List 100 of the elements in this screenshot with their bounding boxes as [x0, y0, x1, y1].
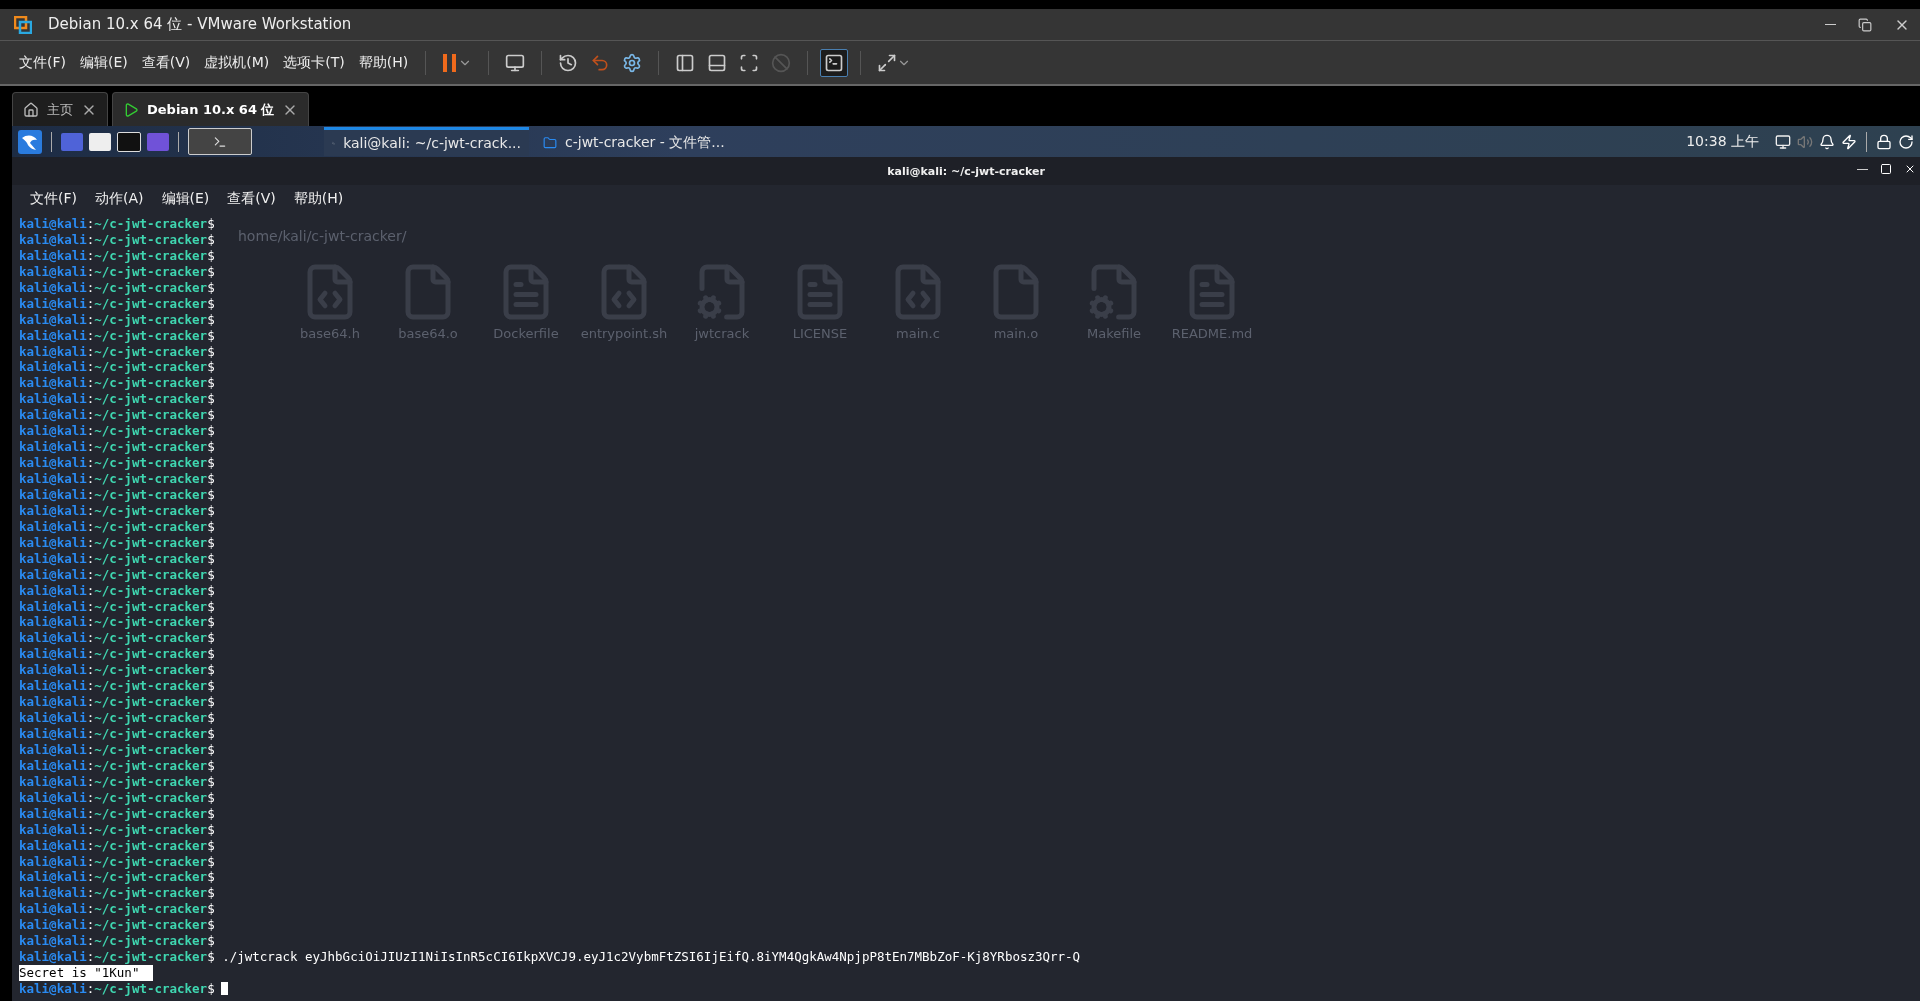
prompt-line: kali@kali:~/c-jwt-cracker$ [19, 933, 215, 950]
minimize-icon[interactable] [1857, 168, 1868, 170]
prompt-line: kali@kali:~/c-jwt-cracker$ [19, 327, 215, 344]
prompt-line: kali@kali:~/c-jwt-cracker$ [19, 630, 215, 647]
monitor-icon [505, 52, 526, 73]
gear-icon [622, 52, 643, 73]
terminal-button[interactable] [188, 128, 252, 155]
menu-item[interactable]: 文件(F) [14, 49, 71, 76]
menu-item[interactable]: 编辑(E) [75, 49, 133, 76]
maximize-icon [1880, 163, 1892, 175]
view-button[interactable] [820, 48, 849, 77]
prompt-line: kali@kali:~/c-jwt-cracker$ [19, 598, 215, 615]
file-name: LICENSE [792, 326, 848, 341]
menu-item[interactable]: 编辑(E) [157, 187, 214, 210]
close-icon [1904, 163, 1916, 175]
file-name: Makefile [1086, 326, 1141, 341]
prompt-line: kali@kali:~/c-jwt-cracker$ [19, 741, 215, 758]
file-name: Dockerfile [493, 326, 559, 341]
prompt-line: kali@kali:~/c-jwt-cracker$ [19, 502, 215, 519]
refresh-icon [1898, 133, 1914, 150]
prompt-line: kali@kali:~/c-jwt-cracker$ [19, 359, 215, 376]
prompt-line: kali@kali:~/c-jwt-cracker$ [19, 216, 215, 232]
prompt-line: kali@kali:~/c-jwt-cracker$ [19, 646, 215, 663]
prompt-line: kali@kali:~/c-jwt-cracker$ [19, 917, 215, 934]
speaker-icon [1797, 133, 1813, 150]
path-text: home/kali/c-jwt-cracker/ [238, 228, 407, 244]
task-button[interactable]: c-jwt-cracker - 文件管... [535, 127, 735, 156]
prompt-line: kali@kali:~/c-jwt-cracker$ [19, 678, 215, 695]
prompt-line: kali@kali:~/c-jwt-cracker$ [19, 662, 215, 679]
file-name: base64.h [300, 326, 360, 341]
task-button[interactable]: kali@kali: ~/c-jwt-crack... [324, 127, 529, 156]
prompt-line: kali@kali:~/c-jwt-cracker$ [19, 295, 215, 312]
menu-item[interactable]: 查看(V) [136, 49, 196, 76]
dragon-logo-icon [18, 129, 42, 154]
prompt-line: kali@kali:~/c-jwt-cracker$ [19, 343, 215, 360]
prompt-line: kali@kali:~/c-jwt-cracker$ [19, 821, 215, 838]
terminal-title: kali@kali: ~/c-jwt-cracker [887, 164, 1045, 178]
prompt-line: kali@kali:~/c-jwt-cracker$ [19, 773, 215, 790]
vm-icon [123, 101, 139, 118]
view-icon [707, 52, 728, 73]
prompt-line: kali@kali:~/c-jwt-cracker$ [19, 901, 215, 918]
expand-icon [877, 52, 898, 73]
power-icon [1841, 133, 1857, 150]
prompt-line: kali@kali:~/c-jwt-cracker$ [19, 423, 215, 440]
prompt-line: kali@kali:~/c-jwt-cracker$ [19, 550, 215, 567]
prompt-line: kali@kali:~/c-jwt-cracker$ [19, 885, 215, 902]
prompt-line: kali@kali:~/c-jwt-cracker$ [19, 518, 215, 535]
prompt-line: kali@kali:~/c-jwt-cracker$ [19, 263, 215, 280]
prompt-line: kali@kali:~/c-jwt-cracker$ [19, 439, 215, 456]
prompt-line: kali@kali:~/c-jwt-cracker$ [19, 566, 215, 583]
monitor-icon [1775, 133, 1791, 150]
menu-item[interactable]: 动作(A) [91, 187, 148, 210]
home-icon [23, 101, 39, 118]
menu-item[interactable]: 选项卡(T) [278, 49, 350, 76]
prompt-line: kali@kali:~/c-jwt-cracker$ [19, 981, 228, 997]
prompt-line: kali@kali:~/c-jwt-cracker$ [19, 869, 215, 886]
window-title: Debian 10.x 64 位 - VMware Workstation [48, 15, 353, 34]
prompt-line: kali@kali:~/c-jwt-cracker$ [19, 231, 215, 248]
prompt-line: kali@kali:~/c-jwt-cracker$ [19, 582, 215, 599]
menu-item[interactable]: 虚拟机(M) [199, 49, 275, 76]
file-name: base64.o [398, 326, 458, 341]
prompt-line: kali@kali:~/c-jwt-cracker$ [19, 805, 215, 822]
prompt-line: kali@kali:~/c-jwt-cracker$ [19, 375, 215, 392]
bell-icon [1819, 133, 1835, 150]
prompt-line: kali@kali:~/c-jwt-cracker$ [19, 247, 215, 264]
restore-icon [1858, 17, 1872, 32]
clock: 10:38 上午 [1686, 132, 1759, 151]
prompt-line: kali@kali:~/c-jwt-cracker$ [19, 455, 215, 471]
prompt-line: kali@kali:~/c-jwt-cracker$ [19, 311, 215, 328]
view-icon [824, 52, 845, 73]
prompt-line: kali@kali:~/c-jwt-cracker$ [19, 837, 215, 854]
view-icon [675, 52, 696, 73]
pause-icon [442, 52, 459, 73]
prompt-line: kali@kali:~/c-jwt-cracker$ [19, 407, 215, 424]
prompt-line: kali@kali:~/c-jwt-cracker$ [19, 486, 215, 503]
prompt-line: kali@kali:~/c-jwt-cracker$ [19, 471, 215, 487]
file-name: jwtcrack [694, 326, 750, 341]
lock-icon [1876, 133, 1892, 150]
prompt-line: kali@kali:~/c-jwt-cracker$ [19, 726, 215, 742]
prompt-line: kali@kali:~/c-jwt-cracker$ [19, 853, 215, 870]
menu-item[interactable]: 查看(V) [223, 187, 280, 210]
view-icon [739, 52, 760, 73]
menu-item[interactable]: 文件(F) [26, 187, 81, 210]
prompt-line: kali@kali:~/c-jwt-cracker$ [19, 534, 215, 551]
file-name: main.c [896, 326, 940, 341]
prompt-line: kali@kali:~/c-jwt-cracker$ [19, 614, 215, 631]
view-icon [771, 52, 792, 73]
menu-item[interactable]: 帮助(H) [353, 49, 414, 76]
prompt-line: kali@kali:~/c-jwt-cracker$ [19, 789, 215, 806]
prompt-line: kali@kali:~/c-jwt-cracker$ [19, 757, 215, 774]
file-name: main.o [993, 326, 1039, 341]
tab[interactable]: Debian 10.x 64 位 [112, 92, 310, 126]
menu-item[interactable]: 帮助(H) [289, 187, 348, 210]
tab[interactable]: 主页 [12, 92, 108, 126]
file-name: entrypoint.sh [580, 326, 668, 341]
clock-icon [558, 52, 579, 73]
app-logo-icon [14, 15, 32, 34]
prompt-line: kali@kali:~/c-jwt-cracker$ [19, 391, 215, 408]
file-name: README.md [1171, 326, 1253, 341]
prompt-line: kali@kali:~/c-jwt-cracker$ ./jwtcrack eyJhbGciOiJIUzI1NiIsInR5cCI6IkpXVCJ9.eyJ1c2VybmFtZSI6IjEifQ.8iYM4QgkAw4NpjpP8tEn7MBbZoF-Kj8YRbosz3Qrr-Q [19, 949, 1081, 966]
